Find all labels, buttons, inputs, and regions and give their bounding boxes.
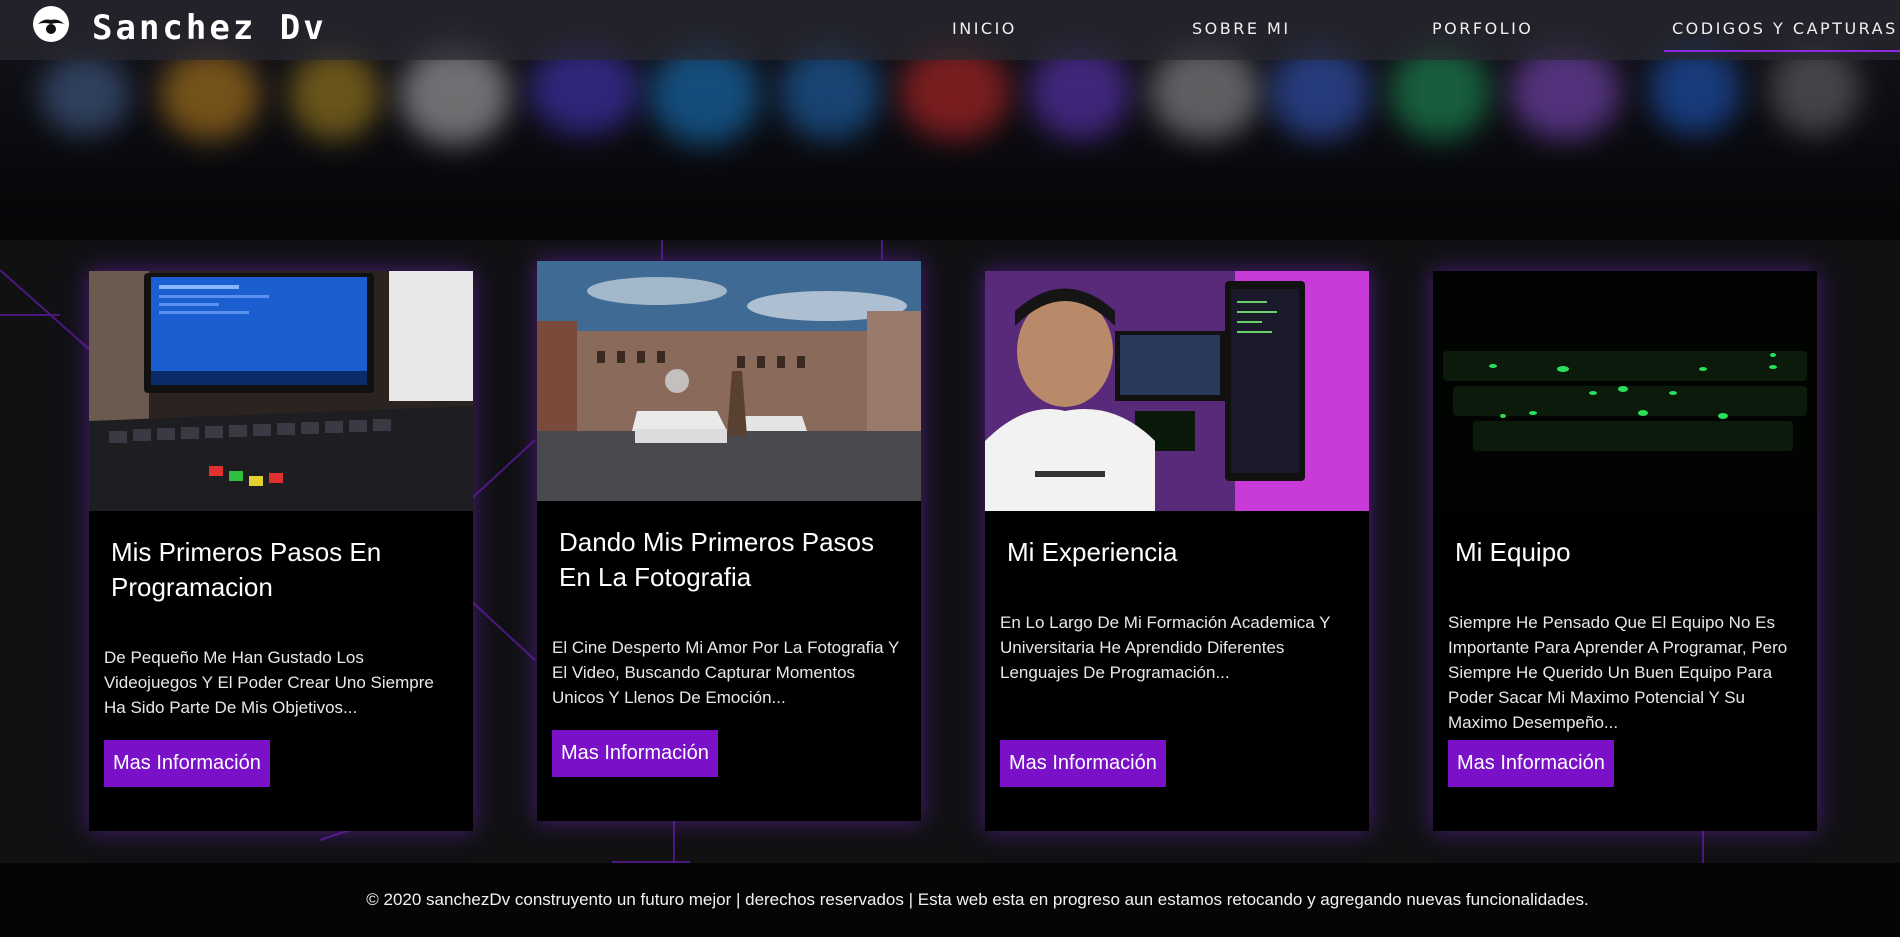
cards-section: Mis Primeros Pasos En Programacion De Pe… xyxy=(0,240,1900,863)
bokeh-light xyxy=(40,55,130,135)
card-description: El Cine Desperto Mi Amor Por La Fotograf… xyxy=(552,638,900,707)
card-title: Mi Equipo xyxy=(1455,537,1571,567)
brand-logo-icon[interactable] xyxy=(32,5,70,43)
card-description: En Lo Largo De Mi Formación Academica Y … xyxy=(1000,613,1331,682)
laptop-keyboard-photo xyxy=(89,271,473,511)
card-description: Siempre He Pensado Que El Equipo No Es I… xyxy=(1448,613,1788,732)
bokeh-light xyxy=(400,45,510,145)
card-description: De Pequeño Me Han Gustado Los Videojuego… xyxy=(104,648,434,717)
bokeh-light xyxy=(290,50,380,140)
mas-informacion-button[interactable]: Mas Información xyxy=(104,740,270,787)
mas-informacion-button[interactable]: Mas Información xyxy=(1448,740,1614,787)
keyboard-green-lights-photo xyxy=(1433,271,1817,511)
card-experiencia: Mi Experiencia En Lo Largo De Mi Formaci… xyxy=(985,271,1369,831)
card-title: Dando Mis Primeros Pasos En La Fotografi… xyxy=(559,527,874,592)
bokeh-light xyxy=(160,50,260,140)
nav-item-inicio[interactable]: INICIO xyxy=(952,19,1017,38)
city-plaza-photo xyxy=(537,261,921,501)
card-title: Mi Experiencia xyxy=(1007,537,1178,567)
nav-item-codigos-y-capturas[interactable]: CODIGOS Y CAPTURAS xyxy=(1664,19,1900,52)
brand-name[interactable]: Sanchez Dv xyxy=(92,8,327,48)
card-fotografia: Dando Mis Primeros Pasos En La Fotografi… xyxy=(537,261,921,821)
portrait-desk-photo xyxy=(985,271,1369,511)
navbar: Sanchez Dv INICIO SOBRE MI PORFOLIO CODI… xyxy=(0,0,1900,60)
mas-informacion-button[interactable]: Mas Información xyxy=(1000,740,1166,787)
bokeh-light xyxy=(650,45,760,145)
card-equipo: Mi Equipo Siempre He Pensado Que El Equi… xyxy=(1433,271,1817,831)
nav-item-porfolio[interactable]: PORFOLIO xyxy=(1432,19,1533,38)
footer: © 2020 sanchezDv construyento un futuro … xyxy=(0,863,1900,937)
footer-copyright: © 2020 sanchezDv construyento un futuro … xyxy=(366,890,1589,909)
mas-informacion-button[interactable]: Mas Información xyxy=(552,730,718,777)
card-programacion: Mis Primeros Pasos En Programacion De Pe… xyxy=(89,271,473,831)
card-title: Mis Primeros Pasos En Programacion xyxy=(111,537,382,602)
nav-item-sobre-mi[interactable]: SOBRE MI xyxy=(1192,19,1291,38)
